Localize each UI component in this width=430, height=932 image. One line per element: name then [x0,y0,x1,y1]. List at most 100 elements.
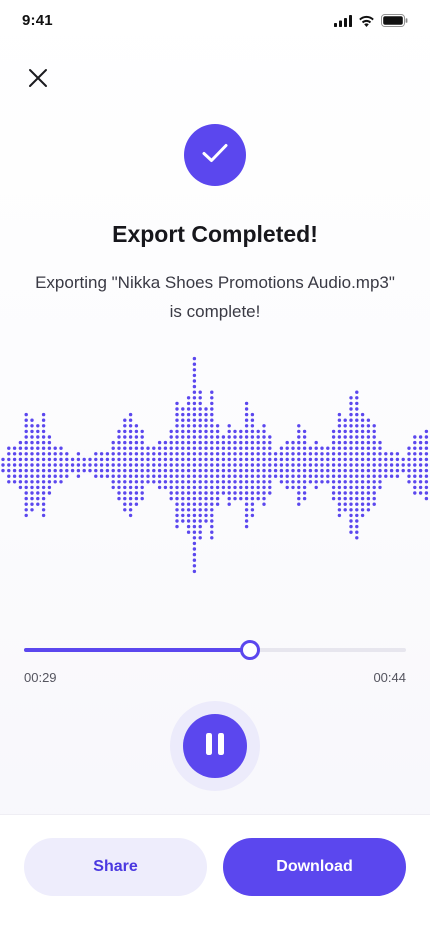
waveform-dot [250,429,255,434]
waveform-dot [192,536,197,540]
waveform-bar [76,452,81,478]
export-message: Exporting "Nikka Shoes Promotions Audio.… [20,268,410,326]
waveform-dot [24,424,28,428]
waveform-dot [134,485,139,490]
waveform-dot [250,446,255,450]
waveform-dot [198,457,202,462]
waveform-bar [88,457,92,473]
waveform-dot [123,468,127,473]
waveform-dot [41,485,46,490]
waveform-dot [227,440,231,445]
waveform-dot [210,418,214,422]
waveform-dot [291,446,295,450]
waveform-dot [221,435,226,439]
share-button[interactable]: Share [24,838,207,896]
waveform-dot [41,496,46,501]
waveform-dot [117,491,121,495]
waveform-dot [186,457,191,462]
progress-thumb[interactable] [240,640,261,660]
waveform-bar [395,452,400,478]
waveform-dot [372,485,376,490]
waveform-dot [343,485,347,490]
waveform-dot [146,480,150,484]
waveform-dot [337,452,342,456]
waveform-dot [134,452,139,456]
waveform-dot [198,446,202,450]
waveform-dot [152,446,156,450]
waveform-dot [169,474,173,478]
waveform-dot [204,446,208,450]
waveform-dot [244,429,249,434]
waveform-dot [343,491,347,495]
waveform-bar [355,390,359,540]
bottom-action-bar: Share Download [0,814,430,932]
waveform-dot [65,463,69,467]
waveform-dot [349,418,353,422]
playback-progress-slider[interactable] [24,640,406,660]
waveform-dot [372,480,376,484]
waveform-dot [250,435,255,439]
waveform-dot [123,440,127,445]
waveform-dot [186,429,191,434]
waveform-dot [152,480,156,484]
waveform-dot [157,480,162,484]
waveform-dot [285,457,289,462]
waveform-dot [111,440,115,445]
waveform-dot [424,491,429,495]
waveform-dot [256,491,260,495]
waveform-dot [360,480,365,484]
waveform-dot [424,435,429,439]
waveform-dot [198,519,202,523]
waveform-dot [105,474,110,478]
waveform-bar [268,435,272,495]
waveform-dot [175,480,179,484]
waveform-dot [169,457,173,462]
close-button[interactable] [22,64,54,96]
download-button[interactable]: Download [223,838,406,896]
waveform-dot [215,480,220,484]
waveform-dot [70,463,75,467]
waveform-bar [221,435,226,495]
waveform-dot [24,513,28,518]
waveform-dot [47,491,52,495]
waveform-dot [169,491,173,495]
waveform-dot [210,480,214,484]
waveform-dot [192,558,197,562]
waveform-dot [36,440,40,445]
waveform-dot [355,435,359,439]
waveform-dot [389,452,394,456]
waveform-dot [123,508,127,512]
waveform-dot [128,496,133,501]
waveform-dot [192,429,197,434]
waveform-dot [221,480,226,484]
waveform-dot [418,435,423,439]
waveform-bar [215,424,220,506]
pause-button[interactable] [170,701,260,791]
waveform-dot [198,485,202,490]
close-icon [28,68,48,93]
waveform-dot [192,356,197,361]
waveform-dot [372,496,376,501]
waveform-dot [360,412,365,417]
waveform-dot [123,474,127,478]
waveform-dot [378,468,382,473]
waveform-dot [157,468,162,473]
waveform-dot [244,468,249,473]
waveform-dot [192,564,197,568]
waveform-dot [181,429,185,434]
waveform-dot [366,446,371,450]
waveform-bar [111,440,115,490]
waveform-dot [233,435,237,439]
waveform-dot [360,513,365,518]
waveform-dot [181,496,185,501]
waveform-bar [233,429,237,501]
waveform-dot [111,468,115,473]
waveform-dot [302,429,307,434]
waveform-dot [262,463,266,467]
waveform-dot [297,457,301,462]
waveform-dot [244,435,249,439]
waveform-dot [250,457,255,462]
waveform-dot [320,463,324,467]
waveform-dot [297,480,301,484]
waveform-dot [384,468,388,473]
